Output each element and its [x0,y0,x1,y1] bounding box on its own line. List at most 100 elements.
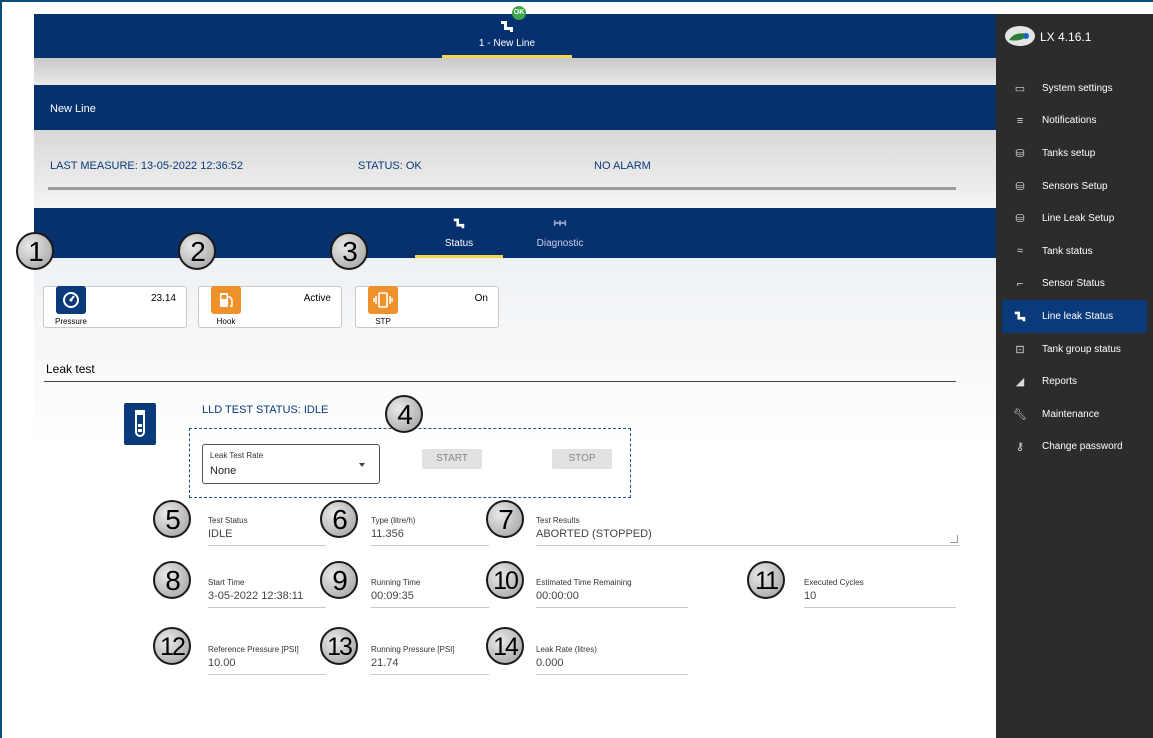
sidebar-item-label: Sensors Setup [1042,180,1108,192]
field-value: 00:09:35 [371,590,414,602]
sidebar-item-label: Change password [1042,441,1123,453]
hook-card[interactable]: Hook Active [198,286,342,328]
field-label: Leak Rate (litres) [536,645,597,654]
sidebar-item-system-settings[interactable]: ▭ System settings [996,72,1153,105]
fuel-pump-icon [211,286,241,314]
info-bar: LAST MEASURE: 13-05-2022 12:36:52 STATUS… [34,130,996,208]
type-field: Type (litre/h) 11.356 [371,516,489,546]
group-icon: ⊡ [1015,343,1025,356]
line-leak-icon [501,21,513,32]
field-value: IDLE [208,528,233,540]
field-label: Type (litre/h) [371,516,416,525]
key-icon: ⚷ [1015,441,1025,454]
sidebar-item-reports[interactable]: ◢ Reports [996,365,1153,398]
field-value: 11.356 [371,528,404,540]
test-tube-icon [124,403,156,445]
resize-handle-icon[interactable] [950,535,958,543]
executed-cycles-field: Executed Cycles 10 [804,578,956,608]
sidebar-item-line-leak-status[interactable]: Line leak Status [1002,300,1147,333]
diagnostic-icon [553,220,567,226]
callout-badge: 4 [385,395,423,433]
line-name-bar: New Line [34,85,996,130]
sidebar-item-change-password[interactable]: ⚷ Change password [996,431,1153,464]
sidebar-item-label: Maintenance [1042,408,1100,420]
callout-badge: 7 [486,500,524,538]
callout-badge: 3 [330,232,368,270]
card-caption: STP [375,317,391,326]
chevron-down-icon [359,463,365,467]
field-label: Reference Pressure [PSI] [208,645,299,654]
field-label: Test Status [208,516,248,525]
reference-pressure-field: Reference Pressure [PSI] 10.00 [208,645,326,675]
line-name: New Line [50,103,96,115]
sidebar-item-label: Line leak Status [1042,310,1114,322]
field-value: 00:00:00 [536,590,579,602]
sidebar-item-maintenance[interactable]: 🔧︎ Maintenance [996,398,1153,431]
alarm-text: NO ALARM [594,160,651,172]
tab-status[interactable]: Status [415,208,503,258]
tab-status-label: Status [444,238,474,249]
gauge-icon [56,286,86,314]
callout-badge: 10 [486,561,524,599]
test-results-field[interactable]: Test Results ABORTED (STOPPED) [536,516,960,546]
sidebar-header: LX 4.16.1 [996,14,1153,60]
callout-badge: 2 [178,232,216,270]
start-time-field: Start Time 3-05-2022 12:38:11 [208,578,326,608]
stop-button[interactable]: STOP [552,449,612,469]
pressure-card[interactable]: Pressure 23.14 [43,286,187,328]
start-button[interactable]: START [422,449,482,469]
version-label: LX 4.16.1 [1040,30,1092,44]
sidebar-item-label: Reports [1042,376,1078,388]
estimated-time-field: Estimated Time Remaining 00:00:00 [536,578,688,608]
running-time-field: Running Time 00:09:35 [371,578,489,608]
lld-status-title: LLD TEST STATUS: IDLE [202,404,329,416]
waves-icon: ≈ [1016,245,1024,258]
leak-test-rate-select[interactable]: Leak Test Rate None [202,444,380,484]
vibration-icon [368,286,398,314]
sidebar-item-label: Sensor Status [1042,278,1105,290]
tab-diagnostic[interactable]: Diagnostic [516,208,604,258]
field-label: Start Time [208,578,245,587]
ok-badge: OK [512,6,526,20]
field-label: Running Pressure [PSI] [371,645,455,654]
sidebar-item-sensors-setup[interactable]: ⛁ Sensors Setup [996,170,1153,203]
sidebar-item-tanks-setup[interactable]: ⛁ Tanks setup [996,137,1153,170]
card-caption: Hook [216,317,236,326]
leak-rate-field: Leak Rate (litres) 0.000 [536,645,688,675]
callout-badge: 1 [16,232,54,270]
line-leak-icon [1013,309,1027,323]
chart-icon: ◢ [1015,376,1025,389]
sidebar: LX 4.16.1 ▭ System settings ≡ Notification… [996,14,1153,738]
sidebar-item-tank-status[interactable]: ≈ Tank status [996,235,1153,268]
callout-badge: 9 [320,561,358,599]
sidebar-item-line-leak-setup[interactable]: ⛁ Line Leak Setup [996,202,1153,235]
field-value: 10.00 [208,657,236,669]
sidebar-item-label: Notifications [1042,115,1097,127]
select-label: Leak Test Rate [210,451,264,460]
database-icon: ⛁ [1015,213,1025,226]
database-icon: ⛁ [1015,180,1025,193]
sidebar-item-label: Tanks setup [1042,147,1096,159]
field-value: 0.000 [536,657,564,669]
card-value: On [474,293,488,304]
field-value: ABORTED (STOPPED) [536,528,652,540]
logo [1005,26,1035,46]
sidebar-item-notifications[interactable]: ≡ Notifications [996,105,1153,138]
field-value: 3-05-2022 12:38:11 [208,590,304,602]
field-value: 10 [804,590,817,602]
sidebar-item-tank-group-status[interactable]: ⊡ Tank group status [996,333,1153,366]
line-tab-1[interactable]: OK 1 - New Line [442,6,572,58]
sidebar-menu: ▭ System settings ≡ Notifications ⛁ Tanks s… [996,72,1153,463]
sidebar-item-sensor-status[interactable]: ⌐ Sensor Status [996,268,1153,301]
line-tabs-bar: OK 1 - New Line [34,6,996,58]
database-icon: ⛁ [1015,147,1025,160]
callout-badge: 13 [320,627,358,665]
callout-badge: 12 [153,627,191,665]
test-status-field: Test Status IDLE [208,516,326,546]
sidebar-item-label: Line Leak Setup [1042,213,1115,225]
line-tab-label: 1 - New Line [478,38,536,49]
last-measure: LAST MEASURE: 13-05-2022 12:36:52 [50,160,244,172]
sidebar-item-label: Tank status [1042,245,1093,257]
callout-badge: 6 [320,500,358,538]
stp-card[interactable]: STP On [355,286,499,328]
